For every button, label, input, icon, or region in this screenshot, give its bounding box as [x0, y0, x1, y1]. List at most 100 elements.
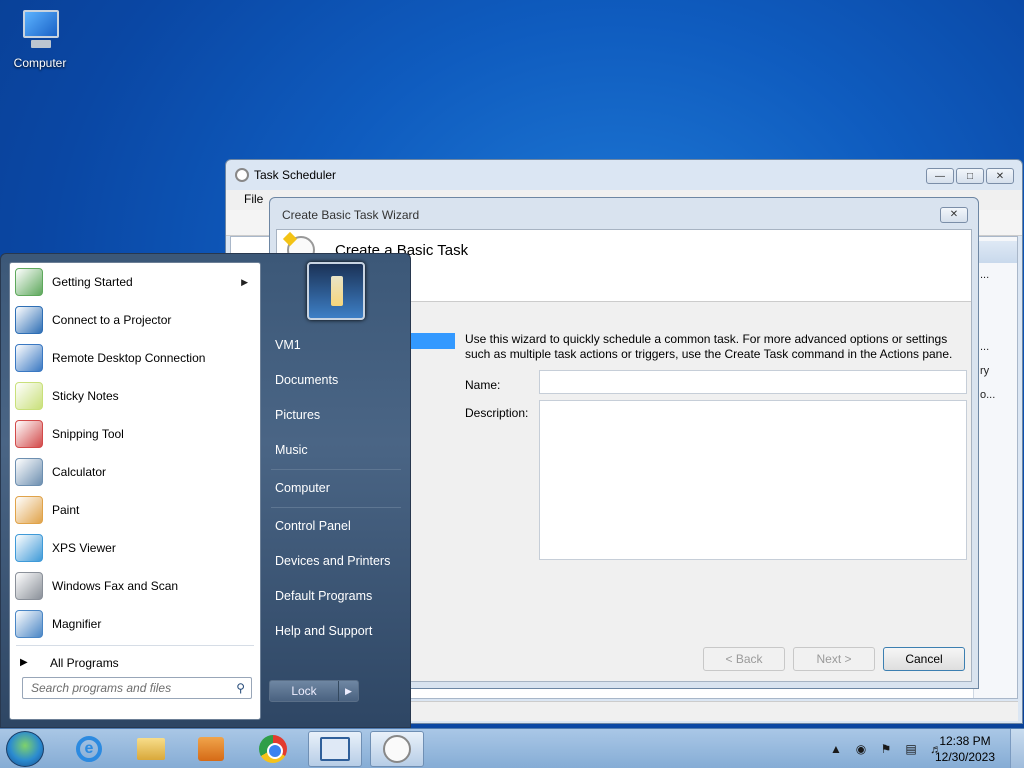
wizard-close-button[interactable]: ✕: [940, 207, 968, 223]
program-item[interactable]: Sticky Notes: [10, 377, 260, 415]
projector-icon: [15, 306, 43, 334]
start-button[interactable]: [6, 731, 44, 767]
taskbar-task-scheduler[interactable]: [308, 731, 362, 767]
divider: [271, 469, 401, 470]
taskbar-media-player[interactable]: [184, 731, 238, 767]
clock-date: 12/30/2023: [934, 750, 996, 764]
show-hidden-icons-icon[interactable]: ▲: [828, 741, 844, 757]
name-input[interactable]: [539, 370, 967, 394]
taskbar-clock[interactable]: 12:38 PM 12/30/2023: [930, 733, 1000, 765]
link-control-panel[interactable]: Control Panel: [275, 519, 351, 533]
clock-icon: [383, 735, 411, 763]
chevron-right-icon[interactable]: ▶: [338, 681, 358, 701]
taskbar: e ▲ ◉ ⚑ ▤ ♬ 12:38 PM 12/30/2023: [0, 728, 1024, 768]
media-player-icon: [198, 737, 224, 761]
divider: [16, 645, 254, 646]
all-programs-button[interactable]: ▶ All Programs: [10, 648, 260, 678]
search-placeholder: Search programs and files: [31, 681, 172, 695]
program-item[interactable]: Remote Desktop Connection: [10, 339, 260, 377]
desktop-computer-icon[interactable]: Computer: [8, 8, 72, 70]
program-label: Magnifier: [52, 617, 102, 631]
link-devices-printers[interactable]: Devices and Printers: [275, 554, 390, 568]
wizard-titlebar[interactable]: Create Basic Task Wizard: [270, 198, 978, 228]
computer-icon: [17, 8, 63, 52]
network-icon[interactable]: ◉: [853, 741, 869, 757]
snipping-tool-icon: [15, 420, 43, 448]
taskbar-explorer[interactable]: [124, 731, 178, 767]
desktop-computer-label: Computer: [13, 56, 67, 70]
task-scheduler-titlebar[interactable]: Task Scheduler: [226, 160, 1022, 190]
program-label: Remote Desktop Connection: [52, 351, 206, 365]
actions-pane-item[interactable]: o...: [974, 383, 1017, 407]
actions-pane-item[interactable]: ...: [974, 335, 1017, 359]
link-pictures[interactable]: Pictures: [275, 408, 320, 422]
taskbar-clock-app[interactable]: [370, 731, 424, 767]
maximize-button[interactable]: □: [956, 168, 984, 184]
program-item[interactable]: Windows Fax and Scan: [10, 567, 260, 605]
program-item[interactable]: Magnifier: [10, 605, 260, 643]
link-music[interactable]: Music: [275, 443, 308, 457]
wizard-title: Create Basic Task Wizard: [282, 208, 420, 222]
program-list: Getting Started ▶ Connect to a Projector Re…: [10, 263, 260, 643]
fax-scan-icon: [15, 572, 43, 600]
program-label: Connect to a Projector: [52, 313, 172, 327]
paint-icon: [15, 496, 43, 524]
taskbar-chrome[interactable]: [246, 731, 300, 767]
actions-pane-item[interactable]: ...: [974, 263, 1017, 287]
link-computer[interactable]: Computer: [275, 481, 330, 495]
minimize-button[interactable]: —: [926, 168, 954, 184]
divider: [271, 507, 401, 508]
program-item[interactable]: Calculator: [10, 453, 260, 491]
link-documents[interactable]: Documents: [275, 373, 338, 387]
xps-viewer-icon: [15, 534, 43, 562]
search-icon: ⚲: [236, 681, 245, 695]
all-programs-label: All Programs: [50, 656, 119, 670]
action-center-icon[interactable]: ⚑: [878, 741, 894, 757]
clock-time: 12:38 PM: [939, 734, 991, 748]
wizard-description: Use this wizard to quickly schedule a co…: [465, 332, 965, 362]
link-user[interactable]: VM1: [275, 338, 301, 352]
program-label: Getting Started: [52, 275, 133, 289]
program-item[interactable]: XPS Viewer: [10, 529, 260, 567]
task-scheduler-title: Task Scheduler: [254, 168, 337, 182]
start-menu: Getting Started ▶ Connect to a Projector Re…: [0, 253, 411, 728]
wizard-content: Use this wizard to quickly schedule a co…: [465, 308, 967, 560]
name-label: Name:: [465, 378, 501, 392]
back-button[interactable]: < Back: [703, 647, 785, 671]
user-avatar[interactable]: [307, 262, 365, 320]
close-button[interactable]: ✕: [986, 168, 1014, 184]
program-item[interactable]: Connect to a Projector: [10, 301, 260, 339]
sticky-notes-icon: [15, 382, 43, 410]
actions-pane-item[interactable]: ry: [974, 359, 1017, 383]
remote-desktop-icon: [15, 344, 43, 372]
lock-label: Lock: [291, 684, 317, 698]
program-item[interactable]: Paint: [10, 491, 260, 529]
magnifier-icon: [15, 610, 43, 638]
search-box[interactable]: Search programs and files ⚲: [22, 677, 252, 699]
submenu-arrow-icon[interactable]: ▶: [241, 263, 248, 301]
lock-button[interactable]: Lock ▶: [269, 680, 359, 702]
display-icon[interactable]: ▤: [903, 741, 919, 757]
program-item[interactable]: Getting Started ▶: [10, 263, 260, 301]
start-menu-programs: Getting Started ▶ Connect to a Projector Re…: [9, 262, 261, 720]
program-item[interactable]: Snipping Tool: [10, 415, 260, 453]
program-label: XPS Viewer: [52, 541, 116, 555]
show-desktop-button[interactable]: [1010, 729, 1024, 768]
wizard-description-line: Use this wizard to quickly schedule a co…: [465, 332, 948, 346]
taskbar-ie[interactable]: e: [62, 731, 116, 767]
program-label: Snipping Tool: [52, 427, 124, 441]
actions-pane-header[interactable]: [974, 241, 1017, 263]
program-label: Sticky Notes: [52, 389, 119, 403]
actions-pane: ... ... ry o...: [973, 237, 1017, 698]
next-button[interactable]: Next >: [793, 647, 875, 671]
link-help-support[interactable]: Help and Support: [275, 624, 372, 638]
task-scheduler-icon: [320, 737, 350, 761]
link-default-programs[interactable]: Default Programs: [275, 589, 372, 603]
description-input[interactable]: [539, 400, 967, 560]
menu-file[interactable]: File: [244, 192, 263, 206]
cancel-button[interactable]: Cancel: [883, 647, 965, 671]
getting-started-icon: [15, 268, 43, 296]
program-label: Calculator: [52, 465, 107, 479]
wizard-description-line: such as multiple task actions or trigger…: [465, 347, 953, 361]
description-label: Description:: [465, 406, 529, 420]
